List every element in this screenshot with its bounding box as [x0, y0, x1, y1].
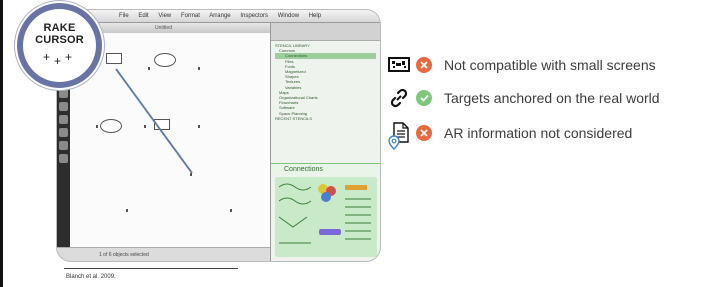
citation: Blanch et al. 2009. [66, 274, 116, 280]
rake-cursor-point [198, 67, 200, 70]
slide-left-border [0, 0, 3, 287]
stencil-toolbar [271, 23, 380, 41]
rake-cursor-point [190, 173, 192, 176]
rake-cursor-point [230, 209, 232, 212]
menu-item: Help [308, 13, 322, 19]
screenshot-stencil-panel: STENCIL LIBRARY Common Connections Files… [270, 23, 380, 261]
pass-status-icon [416, 90, 432, 106]
screenshot-canvas [70, 33, 270, 247]
fail-status-icon [416, 57, 432, 73]
menu-item: Format [180, 13, 200, 19]
criterion-row: AR information not considered [388, 121, 633, 150]
badge-title-line2: CURSOR [35, 34, 84, 46]
rake-cursor-point [198, 125, 200, 128]
rake-cursor-point [126, 209, 128, 212]
reference-divider [64, 268, 238, 269]
criterion-row: Not compatible with small screens [388, 53, 656, 77]
menu-item: Edit [138, 13, 149, 19]
badge-title-line1: RAKE [43, 22, 76, 34]
menu-item: File [119, 13, 129, 19]
menu-item: Arrange [209, 13, 231, 19]
connections-stencil-graphic [278, 183, 371, 244]
criterion-label: Targets anchored on the real world [444, 90, 660, 106]
link-icon [388, 87, 410, 109]
screenshot-menubar: File Edit View Format Arrange Inspectors… [57, 10, 380, 23]
criterion-label: Not compatible with small screens [444, 57, 656, 73]
rake-cursor-point [144, 125, 146, 128]
fail-status-icon [416, 125, 432, 141]
screenshot-statusbar: 1 of 6 objects selected [57, 247, 270, 261]
criterion-label: AR information not considered [444, 125, 633, 141]
connections-heading: Connections [271, 163, 380, 175]
tree-item: RECENT STENCILS [275, 115, 313, 121]
rake-cursor-point [148, 67, 150, 70]
rake-cursor-point [96, 125, 98, 128]
app-screenshot: File Edit View Format Arrange Inspectors… [57, 10, 380, 261]
ar-document-icon [388, 122, 410, 150]
rake-cursor-badge-face: RAKE CURSOR +++ [23, 9, 96, 82]
rake-connector-line [115, 68, 193, 174]
criterion-row: Targets anchored on the real world [388, 86, 660, 110]
connections-stencil [275, 177, 377, 257]
rake-cursor-badge: RAKE CURSOR +++ [17, 3, 102, 88]
small-screen-icon [388, 54, 410, 76]
stencil-tree: STENCIL LIBRARY Common Connections Files… [271, 41, 380, 123]
menu-item: Inspectors [240, 13, 269, 19]
menu-item: View [158, 13, 172, 19]
plus-cursors-icon: +++ [42, 50, 77, 68]
menu-item: Window [277, 13, 300, 19]
